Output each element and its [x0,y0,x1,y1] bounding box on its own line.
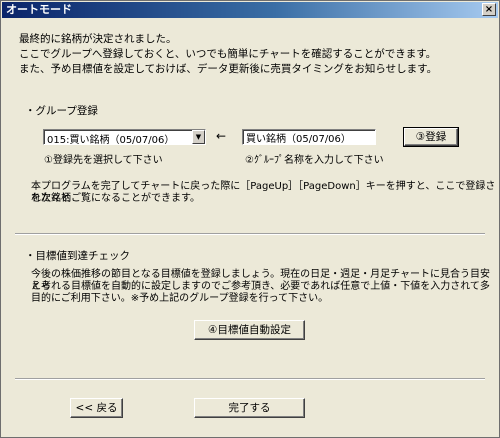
arrow-left-icon: ← [216,129,227,143]
title-bar[interactable]: オートモード × [2,2,498,18]
auto-mode-dialog: オートモード × 最終的に銘柄が決定されました。 ここでグループへ登録しておくと… [0,0,500,438]
divider-2 [15,378,485,380]
finish-button[interactable]: 完了する [194,398,305,418]
divider-1 [15,233,485,235]
group-select[interactable]: 015:買い銘柄（05/07/06） ▼ [43,129,206,146]
group-name-input[interactable] [242,129,376,145]
group-section-title: ・グループ登録 [25,105,98,117]
target-section-title: ・目標値到達チェック [25,250,130,262]
chevron-down-icon[interactable]: ▼ [192,130,205,144]
window-title: オートモード [6,3,72,16]
intro-line-2: ここでグループへ登録しておくと、いつでも簡単にチャートを確認することができます。 [19,48,437,60]
hint-select-destination: ①登録先を選択して下さい [44,155,163,166]
target-desc-line-2: えられる目標値を自動的に設定しますのでご参考頂き、必要であれば任意で上値・下値を… [31,281,490,292]
group-select-value: 015:買い銘柄（05/07/06） [47,135,175,146]
intro-line-1: 最終的に銘柄が決定されました。 [19,33,177,45]
group-note-line-2: を次々とご覧になることができます。 [31,193,200,204]
auto-target-button[interactable]: ④目標値自動設定 [194,320,305,340]
close-button[interactable]: × [482,3,496,16]
intro-line-3: また、予め目標値を設定しておけば、データ更新後に売買タイミングをお知らせします。 [19,63,438,75]
register-button[interactable]: ③登録 [403,127,459,147]
hint-enter-group-name: ②ｸﾞﾙｰﾌﾟ名称を入力して下さい [245,155,384,166]
target-desc-line-3: 目的にご利用下さい。※予め上記のグループ登録を行って下さい。 [31,293,329,304]
back-button[interactable]: << 戻る [70,398,123,418]
